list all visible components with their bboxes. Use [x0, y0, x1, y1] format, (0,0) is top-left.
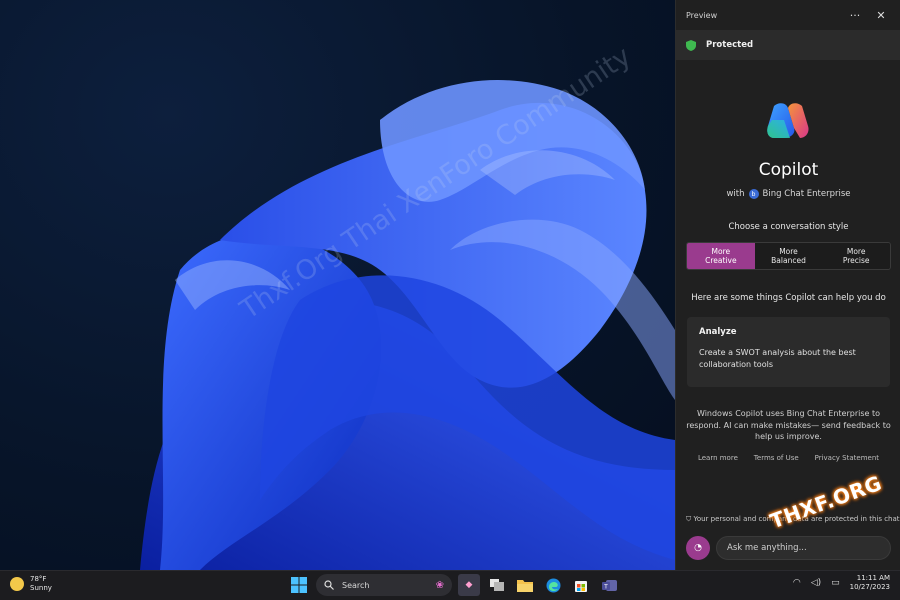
- volume-icon[interactable]: ◁): [811, 578, 821, 588]
- style-label: Creative: [705, 256, 737, 265]
- chat-bubble-icon: ◔: [694, 543, 702, 553]
- lotus-icon: ❀: [435, 579, 444, 591]
- shield-icon: [686, 39, 696, 51]
- edge-button[interactable]: [542, 574, 564, 596]
- taskbar-apps: Search ❀ ◆ T: [288, 574, 620, 596]
- card-body: Create a SWOT analysis about the best co…: [699, 348, 856, 369]
- weather-desc: Sunny: [30, 584, 52, 593]
- weather-temp: 78°F: [30, 575, 47, 583]
- new-topic-button[interactable]: ◔: [686, 536, 710, 560]
- panel-header: Preview ··· ✕: [676, 0, 900, 30]
- learn-more-link[interactable]: Learn more: [698, 454, 738, 462]
- protected-bar: Protected: [676, 30, 900, 60]
- style-label: Balanced: [771, 256, 806, 265]
- style-balanced-button[interactable]: More Balanced: [754, 243, 823, 269]
- panel-title: Preview: [686, 10, 718, 20]
- copilot-logo-icon: [764, 98, 812, 146]
- svg-text:T: T: [603, 584, 608, 591]
- copilot-taskbar-button[interactable]: ◆: [458, 574, 480, 596]
- style-label: More: [846, 246, 866, 256]
- privacy-statement-link[interactable]: Privacy Statement: [815, 454, 879, 462]
- task-view-icon: [490, 579, 504, 591]
- help-text: Here are some things Copilot can help yo…: [691, 293, 886, 303]
- windows-logo-icon: [291, 577, 307, 593]
- style-label: More: [711, 246, 731, 256]
- protected-label: Protected: [706, 40, 754, 50]
- with-prefix: with: [726, 189, 745, 199]
- wifi-icon[interactable]: ◠: [793, 578, 801, 588]
- disclaimer-text: Windows Copilot uses Bing Chat Enterpris…: [686, 409, 891, 442]
- clock-time: 11:11 AM: [856, 574, 890, 582]
- style-label: Precise: [842, 256, 870, 265]
- sun-icon: [10, 577, 24, 592]
- chat-input[interactable]: [716, 536, 891, 560]
- start-button[interactable]: [288, 574, 310, 596]
- desktop: Thxf.Org Thai XenForo Community: [0, 0, 675, 570]
- conversation-style-selector: More Creative More Balanced More Precise: [686, 242, 891, 270]
- suggestion-card[interactable]: Analyze Create a SWOT analysis about the…: [687, 317, 890, 387]
- clock-date: 10/27/2023: [849, 583, 890, 592]
- search-label: Search: [342, 580, 370, 590]
- footer-links: Learn more Terms of Use Privacy Statemen…: [676, 454, 900, 462]
- teams-icon: T: [601, 580, 617, 591]
- style-label: More: [779, 246, 798, 256]
- terms-of-use-link[interactable]: Terms of Use: [754, 454, 799, 462]
- bing-icon: b: [748, 189, 759, 199]
- more-options-button[interactable]: ···: [846, 6, 864, 24]
- teams-button[interactable]: T: [598, 574, 620, 596]
- folder-icon: [517, 579, 533, 592]
- clock[interactable]: 11:11 AM 10/27/2023: [850, 574, 890, 593]
- app-title: Copilot: [758, 160, 819, 180]
- store-button[interactable]: [570, 574, 592, 596]
- copilot-taskbar-icon: ◆: [465, 580, 473, 590]
- battery-icon[interactable]: ▭: [831, 578, 840, 588]
- chat-row: ◔: [686, 535, 891, 561]
- search-icon: [324, 580, 334, 590]
- store-icon: [575, 581, 587, 592]
- enterprise-label: Bing Chat Enterprise: [762, 189, 851, 199]
- edge-icon: [546, 578, 560, 592]
- style-heading: Choose a conversation style: [728, 222, 849, 232]
- card-title: Analyze: [699, 327, 737, 337]
- task-view-button[interactable]: [486, 574, 508, 596]
- file-explorer-button[interactable]: [514, 574, 536, 596]
- style-precise-button[interactable]: More Precise: [822, 243, 890, 269]
- style-creative-button[interactable]: More Creative: [687, 243, 755, 269]
- close-button[interactable]: ✕: [872, 6, 890, 24]
- system-tray: ◠ ◁) ▭ 11:11 AM 10/27/2023: [793, 574, 890, 593]
- taskbar: 78°F Sunny Search ❀ ◆ T ◠ ◁) ▭ 11:11 AM …: [0, 570, 900, 600]
- weather-widget[interactable]: 78°F Sunny: [10, 575, 52, 593]
- enterprise-line: with b Bing Chat Enterprise: [676, 189, 900, 199]
- taskbar-search[interactable]: Search ❀: [316, 574, 452, 596]
